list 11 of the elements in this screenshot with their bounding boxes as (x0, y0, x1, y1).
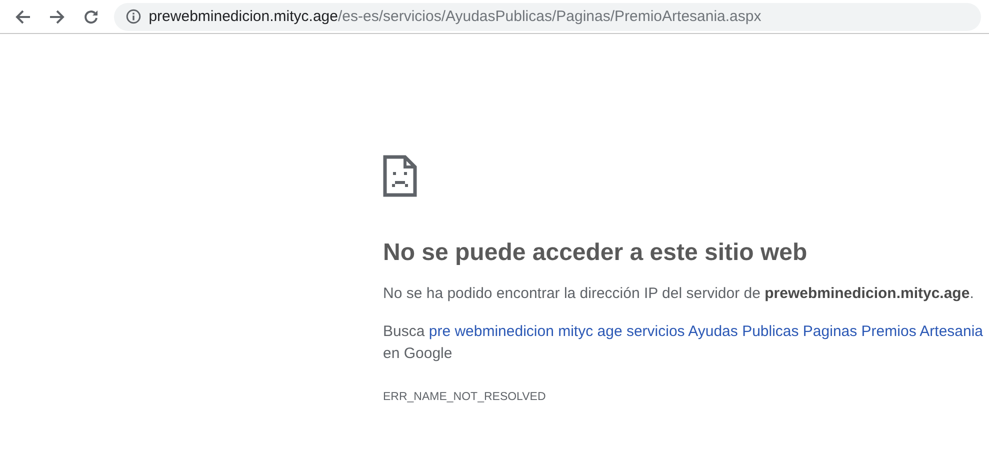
search-suggestion: Busca pre webminedicion mityc age servicios Ayudas Publicas Paginas Premios Artesania en Google (383, 322, 984, 364)
address-field[interactable]: prewebminedicion.mityc.age/es-es/servicios/AyudasPublicas/Paginas/PremioArtesania.aspx (114, 2, 981, 30)
error-title: No se puede acceder a este sitio web (383, 239, 808, 267)
forward-icon (48, 8, 65, 24)
search-link[interactable]: pre webminedicion mityc age servicios Ayudas Publicas Paginas Premios Artesania (428, 323, 984, 340)
error-code: ERR_NAME_NOT_RESOLVED (383, 391, 546, 403)
error-description: No se ha podido encontrar la dirección IP del servidor de prewebminedicion.mityc.age. (383, 284, 975, 304)
info-icon (126, 9, 141, 24)
sad-page-icon (383, 155, 417, 197)
reload-icon (82, 8, 99, 24)
back-icon (14, 8, 31, 24)
